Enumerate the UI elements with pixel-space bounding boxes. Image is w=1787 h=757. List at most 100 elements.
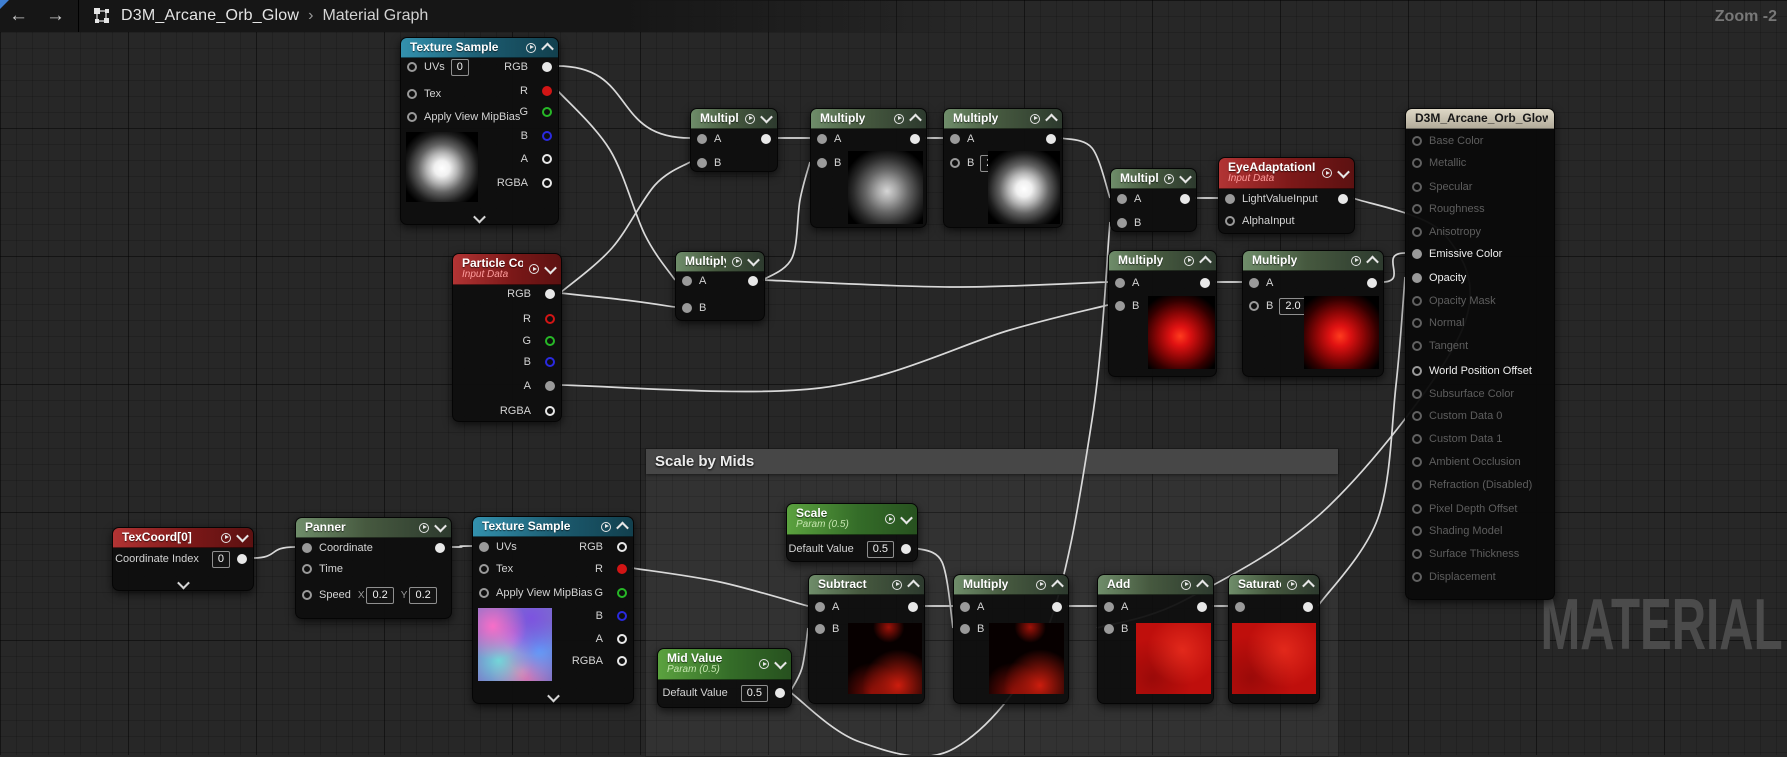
multiply-5-header[interactable]: Multiply: [676, 252, 764, 272]
saturate[interactable]: Saturate: [1228, 574, 1320, 704]
multiply-1[interactable]: MultiplyAB: [690, 108, 778, 172]
subtract[interactable]: SubtractAB: [808, 574, 925, 704]
multiply-5-pin-B[interactable]: [682, 303, 692, 313]
texture-sample-bottom-header[interactable]: Texture Sample: [473, 517, 633, 537]
particle-color-pin-G[interactable]: [545, 336, 555, 346]
texture-sample-bottom-pin-A[interactable]: [617, 634, 627, 644]
preview-toggle-icon[interactable]: [601, 522, 611, 532]
preview-toggle-icon[interactable]: [1181, 580, 1191, 590]
texture-sample-top-pin-RGBA[interactable]: [542, 178, 552, 188]
multiply-8-header[interactable]: Multiply: [954, 575, 1068, 595]
panner-pin-Time[interactable]: [302, 564, 312, 574]
preview-toggle-icon[interactable]: [526, 43, 536, 53]
chevron-up-icon[interactable]: [1199, 256, 1212, 269]
chevron-up-icon[interactable]: [907, 580, 920, 593]
multiply-4-pin-B[interactable]: [1117, 218, 1127, 228]
texture-sample-top-header[interactable]: Texture Sample: [401, 38, 558, 58]
material-output-pin-Specular[interactable]: [1412, 182, 1422, 192]
material-output-pin-Opacity Mask[interactable]: [1412, 296, 1422, 306]
texture-sample-top-pin-A[interactable]: [542, 154, 552, 164]
multiply-8[interactable]: MultiplyAB: [953, 574, 1069, 704]
scale-param-pin-Default Value[interactable]: [901, 544, 911, 554]
chevron-down-icon[interactable]: [747, 254, 760, 267]
multiply-7[interactable]: MultiplyAB2.0: [1242, 250, 1384, 377]
material-output-pin-Metallic[interactable]: [1412, 158, 1422, 168]
scale-param[interactable]: ScaleParam (0.5)Default Value0.5: [786, 503, 918, 562]
preview-toggle-icon[interactable]: [885, 514, 895, 524]
subtract-header[interactable]: Subtract: [809, 575, 924, 595]
multiply-6-header[interactable]: Multiply: [1109, 251, 1216, 271]
multiply-8-pin-B[interactable]: [960, 624, 970, 634]
texture-sample-bottom-pin-R[interactable]: [617, 564, 627, 574]
texture-sample-bottom-pin-G[interactable]: [617, 588, 627, 598]
scale-param-header[interactable]: ScaleParam (0.5): [787, 504, 917, 535]
multiply-2-pin-out[interactable]: [910, 134, 920, 144]
add-pin-out[interactable]: [1197, 602, 1207, 612]
particle-color-header[interactable]: Particle ColorInput Data: [453, 254, 561, 285]
subtract-pin-B[interactable]: [815, 624, 825, 634]
multiply-7-pin-out[interactable]: [1367, 278, 1377, 288]
material-output-pin-Pixel Depth Offset[interactable]: [1412, 504, 1422, 514]
multiply-4[interactable]: MultiplyAB: [1110, 168, 1197, 232]
eye-adaptation-inverse-pin-AlphaInput[interactable]: [1225, 216, 1235, 226]
chevron-down-icon[interactable]: [1337, 165, 1350, 178]
multiply-3-pin-B[interactable]: [950, 158, 960, 168]
texture-sample-bottom-pin-RGBA[interactable]: [617, 656, 627, 666]
mid-value-param-header[interactable]: Mid ValueParam (0.5): [658, 649, 791, 680]
panner[interactable]: PannerCoordinateTimeSpeedX0.2Y0.2: [295, 517, 452, 619]
saturate-pin-out[interactable]: [1303, 602, 1313, 612]
multiply-2-pin-B[interactable]: [817, 158, 827, 168]
eye-adaptation-inverse[interactable]: EyeAdaptationInverseInput DataLightValue…: [1218, 157, 1355, 234]
material-output-pin-Base Color[interactable]: [1412, 136, 1422, 146]
texture-sample-top-pin-RGB[interactable]: [542, 62, 552, 72]
chevron-down-icon[interactable]: [1179, 171, 1192, 184]
chevron-down-icon[interactable]: [236, 530, 249, 543]
particle-color[interactable]: Particle ColorInput DataRGBRGBARGBA: [452, 253, 562, 422]
multiply-3-pin-out[interactable]: [1046, 134, 1056, 144]
texture-sample-top-pin-B[interactable]: [542, 131, 552, 141]
chevron-down-icon[interactable]: [760, 111, 773, 124]
material-output-pin-Roughness[interactable]: [1412, 204, 1422, 214]
texture-sample-top-pin-R[interactable]: [542, 86, 552, 96]
breadcrumb-graph-name[interactable]: Material Graph: [322, 7, 428, 25]
chevron-down-icon[interactable]: [434, 520, 447, 533]
chevron-down-icon[interactable]: [774, 656, 787, 669]
forward-button[interactable]: →: [37, 0, 74, 32]
preview-toggle-icon[interactable]: [745, 114, 755, 124]
preview-toggle-icon[interactable]: [1184, 256, 1194, 266]
chevron-up-icon[interactable]: [1196, 580, 1209, 593]
preview-toggle-icon[interactable]: [529, 264, 539, 274]
preview-toggle-icon[interactable]: [732, 257, 742, 267]
preview-toggle-icon[interactable]: [419, 523, 429, 533]
texture-sample-bottom-expander[interactable]: [473, 693, 633, 702]
material-output-pin-Refraction (Disabled)[interactable]: [1412, 480, 1422, 490]
chevron-up-icon[interactable]: [616, 522, 629, 535]
add-header[interactable]: Add: [1098, 575, 1213, 595]
preview-toggle-icon[interactable]: [1287, 580, 1297, 590]
particle-color-pin-RGBA[interactable]: [545, 406, 555, 416]
multiply-7-header[interactable]: Multiply: [1243, 251, 1383, 271]
multiply-7-pin-B[interactable]: [1249, 301, 1259, 311]
multiply-7-value-box[interactable]: 2.0: [1279, 298, 1306, 315]
preview-toggle-icon[interactable]: [1351, 256, 1361, 266]
add-pin-B[interactable]: [1104, 624, 1114, 634]
material-output-pin-Tangent[interactable]: [1412, 341, 1422, 351]
chevron-up-icon[interactable]: [1045, 114, 1058, 127]
chevron-down-icon[interactable]: [544, 261, 557, 274]
preview-toggle-icon[interactable]: [1322, 168, 1332, 178]
material-output-pin-Surface Thickness[interactable]: [1412, 549, 1422, 559]
preview-toggle-icon[interactable]: [1164, 174, 1174, 184]
panner-pin-out[interactable]: [435, 543, 445, 553]
texture-sample-top-expander[interactable]: [401, 214, 558, 223]
panner-value-box[interactable]: 0.2: [366, 587, 393, 604]
texture-sample-top-pin-G[interactable]: [542, 107, 552, 117]
material-output-pin-Shading Model[interactable]: [1412, 526, 1422, 536]
multiply-8-pin-out[interactable]: [1052, 602, 1062, 612]
preview-toggle-icon[interactable]: [892, 580, 902, 590]
material-output-pin-Emissive Color[interactable]: [1412, 249, 1422, 259]
preview-toggle-icon[interactable]: [894, 114, 904, 124]
eye-adaptation-inverse-pin-out[interactable]: [1338, 194, 1348, 204]
multiply-4-pin-out[interactable]: [1180, 194, 1190, 204]
panner-pin-Speed[interactable]: [302, 590, 312, 600]
material-output-header[interactable]: D3M_Arcane_Orb_Glow: [1406, 109, 1554, 129]
